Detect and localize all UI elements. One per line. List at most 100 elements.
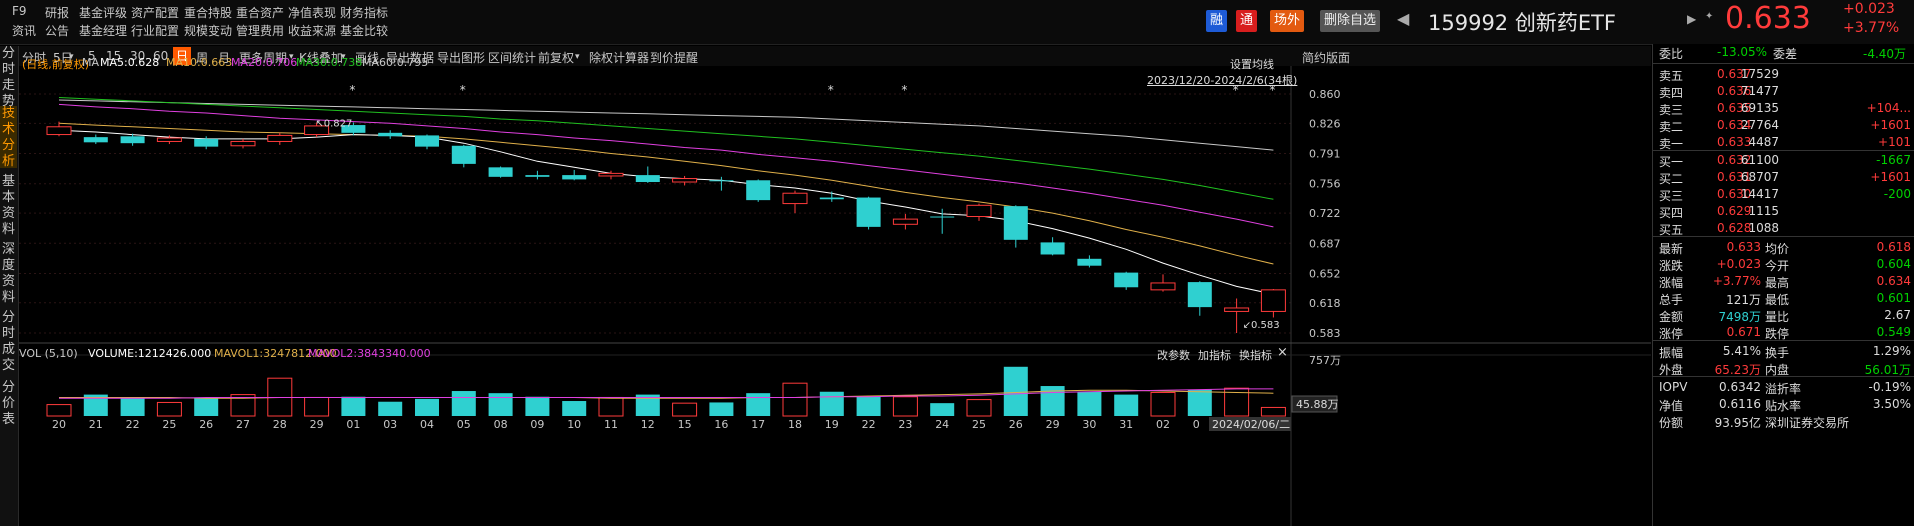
order-volume: 17529 xyxy=(1740,67,1779,81)
buy-row[interactable]: 买三 0.630 14417 -200 xyxy=(1653,186,1914,203)
order-change: +1601 xyxy=(1870,118,1911,132)
menu-item[interactable]: 收益来源 xyxy=(288,22,336,39)
stat-row[interactable]: 最新 0.633 均价 0.618 xyxy=(1653,239,1914,256)
next-arrow-icon[interactable]: ▶ xyxy=(1687,12,1696,26)
volume-bar xyxy=(709,402,734,416)
menu-item[interactable]: 资产配置 xyxy=(131,4,179,21)
menu-item[interactable]: 财务指标 xyxy=(340,4,388,21)
menu-item[interactable]: 研报 xyxy=(45,4,69,21)
stat-value: 0.601 xyxy=(1876,291,1911,305)
tab-intraday[interactable]: 分时走势 xyxy=(0,46,17,109)
candle xyxy=(819,191,844,202)
stat-row[interactable]: 振幅 5.41% 换手 1.29% xyxy=(1653,343,1914,360)
star-marker: * xyxy=(901,83,907,97)
stat-row[interactable]: 份额 93.95亿 深圳证券交易所 xyxy=(1653,413,1914,430)
menu-item[interactable]: 行业配置 xyxy=(131,22,179,39)
pin-icon[interactable]: ✦ xyxy=(1705,11,1713,22)
date-label: 31 xyxy=(1119,418,1133,431)
volume-bar xyxy=(598,396,624,417)
ma30-value: MA30:0.738 xyxy=(296,56,363,69)
order-level: 卖四 xyxy=(1659,86,1684,100)
candle-body xyxy=(856,197,881,227)
buy-row[interactable]: 买一 0.632 61100 -1667 xyxy=(1653,152,1914,169)
remove-watchlist-button[interactable]: 删除自选 xyxy=(1320,10,1381,32)
date-label: 15 xyxy=(678,418,692,431)
volume-bar xyxy=(1114,394,1139,416)
tab-deep-info[interactable]: 深度资料 xyxy=(0,242,17,306)
tab-label: 深度资料 xyxy=(1,242,15,305)
date-label: 23 xyxy=(898,418,912,431)
menu-item[interactable]: 基金比较 xyxy=(340,22,388,39)
stat-row[interactable]: 净值 0.6116 贴水率 3.50% xyxy=(1653,396,1914,413)
stat-value: 2.67 xyxy=(1884,308,1911,322)
set-ma-button[interactable]: 设置均线 xyxy=(1230,56,1274,72)
stat-row[interactable]: 涨跌 +0.023 今开 0.604 xyxy=(1653,256,1914,273)
sell-row[interactable]: 卖四 0.636 71477 xyxy=(1653,83,1914,100)
stat-row[interactable]: 涨幅 +3.77% 最高 0.634 xyxy=(1653,273,1914,290)
menu-item[interactable]: 规模变动 xyxy=(184,22,232,39)
otc-badge[interactable]: 场外 xyxy=(1270,10,1305,32)
sell-row[interactable]: 卖三 0.635 69135 +104... xyxy=(1653,100,1914,117)
tab-price-table[interactable]: 分价表 xyxy=(0,380,17,428)
menu-item[interactable]: 净值表现 xyxy=(288,4,336,21)
stat-row[interactable]: 金额 7498万 量比 2.67 xyxy=(1653,307,1914,324)
menu-item[interactable]: 基金经理 xyxy=(79,22,127,39)
candle-body xyxy=(1150,282,1176,291)
date-label: 04 xyxy=(420,418,434,431)
stat-label: IOPV xyxy=(1659,380,1688,394)
switch-indicator-button[interactable]: 换指标 xyxy=(1239,347,1272,363)
connect-badge[interactable]: 通 xyxy=(1236,10,1258,32)
ma20-line xyxy=(58,103,1274,228)
add-indicator-button[interactable]: 加指标 xyxy=(1198,347,1231,363)
stat-value: 0.671 xyxy=(1726,325,1761,339)
sell-row[interactable]: 卖二 0.634 27764 +1601 xyxy=(1653,117,1914,134)
tab-intraday-trades[interactable]: 分时成交 xyxy=(0,310,17,374)
stat-value: 0.633 xyxy=(1726,240,1761,254)
stat-value: 0.6116 xyxy=(1719,397,1761,411)
menu-item[interactable]: 公告 xyxy=(45,22,69,39)
buy-row[interactable]: 买二 0.631 68707 +1601 xyxy=(1653,169,1914,186)
buy-row[interactable]: 买四 0.629 1115 xyxy=(1653,203,1914,220)
change-params-button[interactable]: 改参数 xyxy=(1157,347,1190,363)
weicha-label: 委差 xyxy=(1773,47,1798,61)
tab-basic-info[interactable]: 基本资料 xyxy=(0,174,17,238)
price-tick-label: 0.618 xyxy=(1309,297,1341,310)
menu-item[interactable]: 管理费用 xyxy=(236,22,284,39)
candle-body xyxy=(230,140,256,147)
stat-row[interactable]: 涨停 0.671 跌停 0.549 xyxy=(1653,324,1914,341)
stat-value: 93.95亿 xyxy=(1714,416,1761,430)
simple-layout-button[interactable]: 简约版面 xyxy=(1302,49,1350,66)
stat-value: 0.604 xyxy=(1876,257,1911,271)
sell-row[interactable]: 卖五 0.637 17529 xyxy=(1653,66,1914,83)
menu-item[interactable]: 重合资产 xyxy=(236,4,284,21)
order-price: 0.628 xyxy=(1717,221,1752,235)
menu-item[interactable]: F9 xyxy=(12,4,27,18)
close-icon[interactable]: × xyxy=(1277,345,1288,360)
stat-label: 最新 xyxy=(1659,242,1684,256)
stat-row[interactable]: 总手 121万 最低 0.601 xyxy=(1653,290,1914,307)
candle-body xyxy=(1224,307,1250,312)
buy-row[interactable]: 买五 0.628 1088 xyxy=(1653,220,1914,237)
candle-body xyxy=(83,137,108,143)
kline-chart[interactable]: 0.860 0.826 0.791 0.756 0.722 0.687 0.652 0.618… xyxy=(19,66,1651,526)
sell-row[interactable]: 卖一 0.633 4487 +101 xyxy=(1653,134,1914,151)
prev-arrow-icon[interactable]: ◀ xyxy=(1397,9,1409,28)
menu-item[interactable]: 重合持股 xyxy=(184,4,232,21)
date-label: 30 xyxy=(1082,418,1096,431)
weibi-label: 委比 xyxy=(1659,47,1684,61)
margin-badge[interactable]: 融 xyxy=(1206,10,1228,32)
tab-technical[interactable]: 技术分析 xyxy=(0,106,17,169)
volume-bar xyxy=(746,393,771,416)
date-label: 22 xyxy=(862,418,876,431)
ma5-value: MA5:0.628 xyxy=(100,56,160,69)
order-volume: 14417 xyxy=(1740,187,1779,201)
menu-item[interactable]: 资讯 xyxy=(12,22,36,39)
menu-item[interactable]: 基金评级 xyxy=(79,4,127,21)
stat-row[interactable]: 外盘 65.23万 内盘 56.01万 xyxy=(1653,360,1914,377)
candle xyxy=(892,213,918,230)
stat-row[interactable]: IOPV 0.6342 溢折率 -0.19% xyxy=(1653,379,1914,396)
date-label: 29 xyxy=(310,418,324,431)
date-label: 21 xyxy=(89,418,103,431)
candle xyxy=(230,138,256,149)
date-label: 16 xyxy=(714,418,728,431)
